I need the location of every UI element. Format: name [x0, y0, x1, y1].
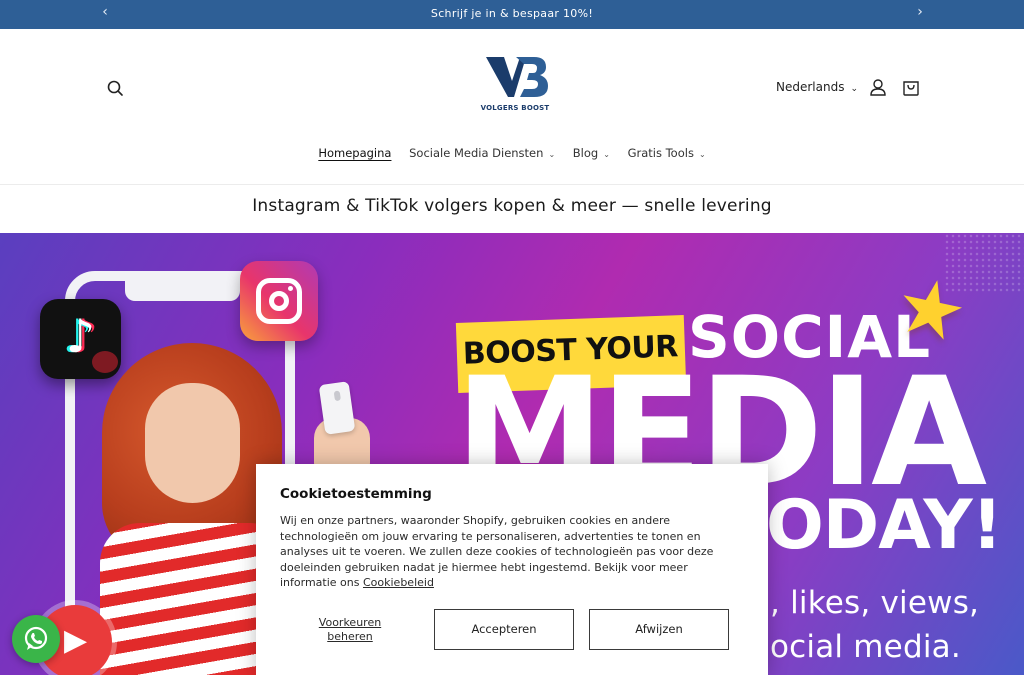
nav-item-blog[interactable]: Blog ⌄ [573, 146, 610, 160]
nav-item-gratis-tools[interactable]: Gratis Tools ⌄ [628, 146, 706, 160]
announcement-bar: ‹ Schrijf je in & bespaar 10%! › [0, 0, 1024, 29]
hero-phone [318, 381, 356, 435]
chevron-down-icon: ⌄ [548, 150, 556, 159]
phone-notch-graphic [125, 271, 240, 301]
vb-monogram [486, 57, 548, 97]
cookie-title: Cookietoestemming [280, 486, 432, 502]
announcement-message[interactable]: Schrijf je in & bespaar 10%! [0, 7, 1024, 20]
search-icon[interactable] [105, 78, 127, 100]
cookie-policy-link[interactable]: Cookiebeleid [363, 576, 434, 589]
site-logo[interactable]: VOLGERS BOOST [472, 53, 558, 117]
chevron-down-icon: ⌄ [603, 150, 610, 159]
star-icon: ★ [887, 258, 975, 362]
language-selector[interactable]: Nederlands ⌄ [776, 80, 858, 94]
accept-button[interactable]: Accepteren [434, 609, 574, 650]
cookie-consent-dialog: Cookietoestemming Wij en onze partners, … [256, 464, 768, 675]
language-label: Nederlands [776, 80, 845, 94]
chevron-right-icon[interactable]: › [910, 4, 930, 20]
hero-subtext-1: , likes, views, [770, 585, 980, 621]
cart-icon[interactable] [901, 77, 921, 99]
page-heading-bar: Instagram & TikTok volgers kopen & meer … [0, 186, 1024, 233]
cookie-body: Wij en onze partners, waaronder Shopify,… [280, 513, 742, 591]
logo-text: VOLGERS BOOST [480, 104, 550, 112]
manage-preferences-link[interactable]: Voorkeuren beheren [300, 616, 400, 644]
page-title: Instagram & TikTok volgers kopen & meer … [252, 196, 772, 216]
hero-person-mouth [92, 351, 118, 373]
chevron-down-icon: ⌄ [850, 84, 859, 94]
main-nav: Homepagina Sociale Media Diensten ⌄ Blog ⌄… [0, 146, 1024, 160]
nav-label: Homepagina [318, 146, 392, 160]
hero-today-text: ODAY! [766, 486, 1003, 565]
cookie-body-text: Wij en onze partners, waaronder Shopify,… [280, 514, 714, 589]
hero-subtext-2: ocial media. [770, 629, 961, 665]
chevron-down-icon: ⌄ [698, 150, 706, 159]
reject-button[interactable]: Afwijzen [589, 609, 729, 650]
user-icon[interactable] [868, 77, 888, 99]
nav-label: Sociale Media Diensten [409, 146, 544, 160]
nav-label: Gratis Tools [627, 146, 694, 160]
site-header: VOLGERS BOOST Nederlands ⌄ Homepagina Soc… [0, 29, 1024, 185]
nav-item-sociale-media-diensten[interactable]: Sociale Media Diensten ⌄ [409, 146, 555, 160]
nav-item-homepagina[interactable]: Homepagina [318, 146, 391, 160]
whatsapp-icon[interactable] [12, 615, 60, 663]
instagram-icon [240, 261, 318, 341]
nav-label: Blog [572, 146, 599, 160]
